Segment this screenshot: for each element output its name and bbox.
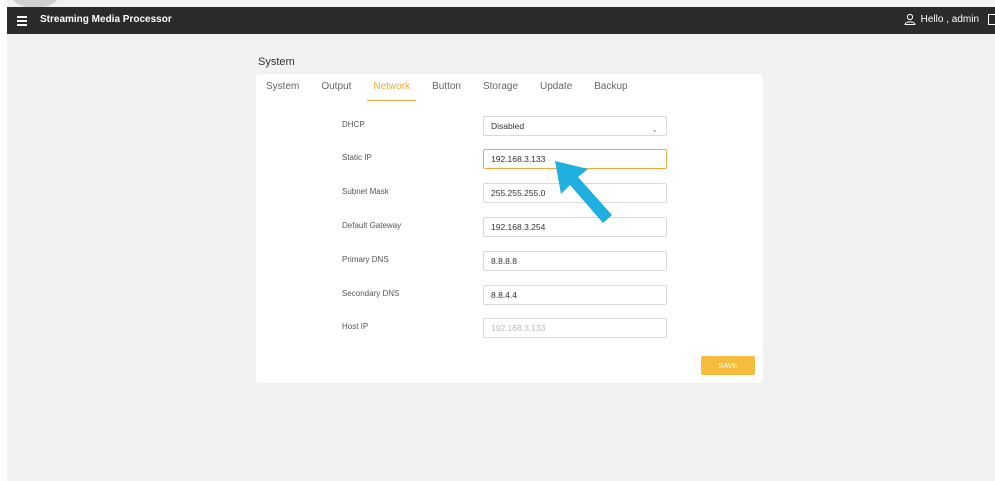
tab-backup[interactable]: Backup	[594, 81, 627, 101]
hamburger-icon[interactable]	[17, 16, 27, 26]
tab-output[interactable]: Output	[321, 81, 351, 101]
host-ip-row: Host IP 192.168.3.133	[342, 318, 762, 338]
user-menu[interactable]: Hello , admin	[904, 13, 979, 25]
save-button[interactable]: SAVE	[701, 356, 755, 375]
static-ip-label: Static IP	[342, 153, 372, 162]
secondary-dns-row: Secondary DNS 8.8.4.4	[342, 285, 762, 305]
tab-update[interactable]: Update	[540, 81, 572, 101]
app-title: Streaming Media Processor	[40, 14, 172, 25]
dhcp-selected-value: Disabled	[491, 121, 525, 131]
subnet-mask-label: Subnet Mask	[342, 187, 389, 196]
tab-button[interactable]: Button	[432, 81, 461, 101]
primary-dns-row: Primary DNS 8.8.8.8	[342, 251, 762, 271]
page-title: System	[258, 56, 295, 68]
dhcp-select[interactable]: Disabled ⌄	[483, 116, 667, 136]
secondary-dns-label: Secondary DNS	[342, 289, 400, 298]
settings-card: System Output Network Button Storage Upd…	[256, 74, 763, 383]
annotation-arrow-icon	[555, 161, 612, 223]
host-ip-label: Host IP	[342, 322, 369, 331]
dhcp-label: DHCP	[342, 120, 365, 129]
tab-system[interactable]: System	[266, 81, 299, 101]
user-greeting: Hello , admin	[920, 13, 979, 25]
logout-icon[interactable]	[988, 14, 995, 25]
tab-bar: System Output Network Button Storage Upd…	[266, 81, 650, 101]
tab-network[interactable]: Network	[367, 81, 417, 101]
secondary-dns-input[interactable]: 8.8.4.4	[483, 285, 667, 305]
host-ip-input[interactable]: 192.168.3.133	[483, 318, 667, 338]
user-icon	[904, 13, 916, 25]
dhcp-row: DHCP Disabled ⌄	[342, 116, 762, 136]
primary-dns-input[interactable]: 8.8.8.8	[483, 251, 667, 271]
chevron-down-icon: ⌄	[651, 125, 658, 134]
default-gateway-label: Default Gateway	[342, 221, 402, 230]
tab-storage[interactable]: Storage	[483, 81, 518, 101]
top-bar: Streaming Media Processor Hello , admin	[7, 7, 995, 34]
primary-dns-label: Primary DNS	[342, 255, 389, 264]
